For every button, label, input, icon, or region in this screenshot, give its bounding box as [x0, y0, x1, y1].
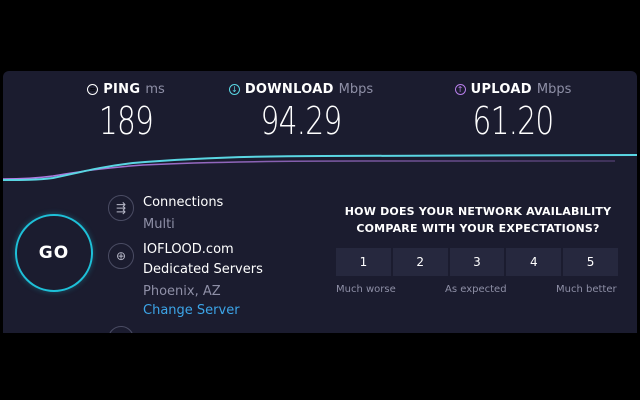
- rating-option-5[interactable]: 5: [563, 248, 618, 276]
- rating-high-label: Much better: [556, 284, 617, 295]
- download-unit: Mbps: [338, 82, 374, 97]
- upload-arrow-icon: ↑: [454, 84, 466, 95]
- upload-unit: Mbps: [536, 82, 572, 97]
- rating-option-2[interactable]: 2: [392, 248, 448, 276]
- ping-metric: ≈ PING ms 189: [71, 82, 181, 143]
- ping-icon: ≈: [87, 84, 99, 95]
- connections-mode[interactable]: Multi: [143, 217, 175, 232]
- download-graph-line: [3, 154, 637, 181]
- rating-mid-label: As expected: [445, 284, 507, 295]
- user-icon: [108, 326, 134, 333]
- ping-label: PING: [103, 82, 141, 97]
- server-host: IOFLOOD.com: [143, 242, 234, 257]
- speed-graph: [3, 154, 637, 181]
- rating-scale: 1 2 3 4 5: [336, 248, 618, 276]
- upload-metric: ↑ UPLOAD Mbps 61.20: [443, 82, 583, 143]
- download-label: DOWNLOAD: [244, 82, 334, 97]
- download-metric: ↓ DOWNLOAD Mbps 94.29: [221, 82, 381, 143]
- globe-icon: ⊕: [108, 243, 134, 269]
- rating-option-3[interactable]: 3: [449, 248, 505, 276]
- connections-label: Connections: [143, 195, 224, 210]
- server-location: Phoenix, AZ: [143, 284, 221, 299]
- speedtest-panel: ≈ PING ms 189 ↓ DOWNLOAD Mbps 94.29 ↑ UP…: [3, 71, 637, 333]
- rating-low-label: Much worse: [336, 284, 396, 295]
- server-type: Dedicated Servers: [143, 262, 263, 277]
- ping-unit: ms: [145, 82, 165, 97]
- rating-option-4[interactable]: 4: [506, 248, 562, 276]
- ping-value: 189: [98, 99, 154, 143]
- download-value: 94.29: [260, 99, 343, 143]
- upload-label: UPLOAD: [470, 82, 532, 97]
- download-arrow-icon: ↓: [228, 84, 240, 95]
- connections-icon: ⇶: [108, 195, 134, 221]
- go-button[interactable]: GO: [15, 214, 93, 292]
- upload-value: 61.20: [472, 99, 555, 143]
- survey-question: HOW DOES YOUR NETWORK AVAILABILITY COMPA…: [344, 205, 612, 235]
- rating-option-1[interactable]: 1: [336, 248, 391, 276]
- change-server-link[interactable]: Change Server: [143, 303, 240, 318]
